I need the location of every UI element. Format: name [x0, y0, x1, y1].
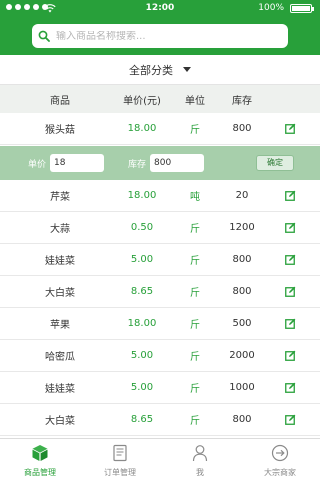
product-unit: 斤: [190, 384, 200, 395]
table-row[interactable]: 大蒜 0.50 斤 1200: [0, 212, 320, 244]
header-price: 单价(元): [123, 95, 161, 107]
person-icon: [192, 445, 208, 462]
battery-percent: 100%: [258, 3, 284, 13]
product-stock: 800: [232, 123, 252, 134]
box-icon: [32, 445, 48, 461]
edit-icon: [284, 254, 295, 265]
edit-button[interactable]: [278, 276, 302, 307]
edit-button[interactable]: [278, 113, 302, 144]
tab-product-management[interactable]: 商品管理: [0, 439, 80, 480]
tab-label: 商品管理: [24, 468, 56, 477]
battery-icon: [290, 4, 314, 13]
product-price: 18.00: [127, 123, 157, 134]
status-bar: 12:00 100%: [0, 0, 320, 18]
bottom-tab-bar: 商品管理 订单管理 我 大宗商家: [0, 438, 320, 480]
category-dropdown[interactable]: 全部分类: [0, 55, 320, 85]
product-price: 5.00: [130, 254, 154, 265]
product-stock: 800: [232, 254, 252, 265]
edit-icon: [284, 414, 295, 425]
confirm-button[interactable]: 确定: [256, 155, 294, 171]
arrow-circle-icon: [271, 444, 289, 462]
header-unit: 单位: [185, 95, 205, 107]
product-price: 5.00: [130, 382, 154, 393]
table-row[interactable]: 苹果 18.00 斤 500: [0, 308, 320, 340]
tab-me[interactable]: 我: [160, 439, 240, 480]
edit-price-input[interactable]: [50, 154, 104, 172]
edit-button[interactable]: [278, 244, 302, 275]
product-unit: 斤: [190, 125, 200, 136]
edit-button[interactable]: [278, 212, 302, 243]
app-header: 12:00 100%: [0, 0, 320, 55]
table-row[interactable]: 娃娃菜 5.00 斤 800: [0, 244, 320, 276]
document-icon: [113, 444, 127, 462]
product-stock: 800: [232, 414, 252, 425]
product-name: 大白菜: [45, 416, 75, 427]
product-unit: 斤: [190, 288, 200, 299]
product-unit: 斤: [190, 256, 200, 267]
product-price: 18.00: [127, 318, 157, 329]
edit-button[interactable]: [278, 308, 302, 339]
edit-icon: [284, 222, 295, 233]
product-name: 猴头菇: [45, 125, 75, 136]
tab-order-management[interactable]: 订单管理: [80, 439, 160, 480]
product-unit: 斤: [190, 352, 200, 363]
product-stock: 20: [235, 190, 249, 201]
edit-icon: [284, 286, 295, 297]
product-unit: 吨: [190, 192, 200, 203]
product-stock: 500: [232, 318, 252, 329]
edit-button[interactable]: [278, 180, 302, 211]
product-name: 哈密瓜: [45, 352, 75, 363]
product-name: 娃娃菜: [45, 256, 75, 267]
search-input[interactable]: [56, 30, 266, 42]
product-unit: 斤: [190, 320, 200, 331]
edit-stock-label: 库存: [128, 160, 147, 170]
table-row[interactable]: 娃娃菜 5.00 斤 1000: [0, 372, 320, 404]
search-bar[interactable]: [32, 24, 288, 48]
tab-label: 大宗商家: [264, 468, 296, 477]
tab-label: 我: [196, 468, 204, 477]
product-unit: 斤: [190, 224, 200, 235]
product-unit: 斤: [190, 416, 200, 427]
tab-bulk-merchant[interactable]: 大宗商家: [240, 439, 320, 480]
edit-icon: [284, 318, 295, 329]
header-product: 商品: [50, 95, 70, 107]
product-price: 8.65: [130, 286, 154, 297]
product-name: 苹果: [50, 320, 70, 331]
table-row[interactable]: 大白菜 8.65 斤 800: [0, 404, 320, 436]
edit-button[interactable]: [278, 404, 302, 435]
edit-stock-input[interactable]: [150, 154, 204, 172]
caret-down-icon: [183, 67, 191, 72]
tab-label: 订单管理: [104, 468, 136, 477]
product-stock: 1200: [229, 222, 255, 233]
product-stock: 2000: [229, 350, 255, 361]
search-icon: [38, 30, 50, 42]
table-row[interactable]: 猴头菇 18.00 斤 800: [0, 113, 320, 145]
product-name: 大白菜: [45, 288, 75, 299]
product-name: 芹菜: [50, 192, 70, 203]
product-name: 大蒜: [50, 224, 70, 235]
product-price: 5.00: [130, 350, 154, 361]
edit-price-label: 单价: [28, 160, 47, 170]
table-row[interactable]: 芹菜 18.00 吨 20: [0, 180, 320, 212]
header-stock: 库存: [232, 95, 252, 107]
product-stock: 800: [232, 286, 252, 297]
category-label: 全部分类: [129, 63, 173, 77]
product-stock: 1000: [229, 382, 255, 393]
product-price: 8.65: [130, 414, 154, 425]
edit-button[interactable]: [278, 340, 302, 371]
edit-icon: [284, 190, 295, 201]
product-price: 0.50: [130, 222, 154, 233]
edit-icon: [284, 350, 295, 361]
table-header: 商品 单价(元) 单位 库存: [0, 85, 320, 113]
product-price: 18.00: [127, 190, 157, 201]
edit-icon: [284, 382, 295, 393]
edit-button[interactable]: [278, 372, 302, 403]
inline-edit-row: 单价 库存 确定: [0, 146, 320, 180]
edit-icon: [284, 123, 295, 134]
table-row[interactable]: 大白菜 8.65 斤 800: [0, 276, 320, 308]
product-name: 娃娃菜: [45, 384, 75, 395]
table-row[interactable]: 哈密瓜 5.00 斤 2000: [0, 340, 320, 372]
